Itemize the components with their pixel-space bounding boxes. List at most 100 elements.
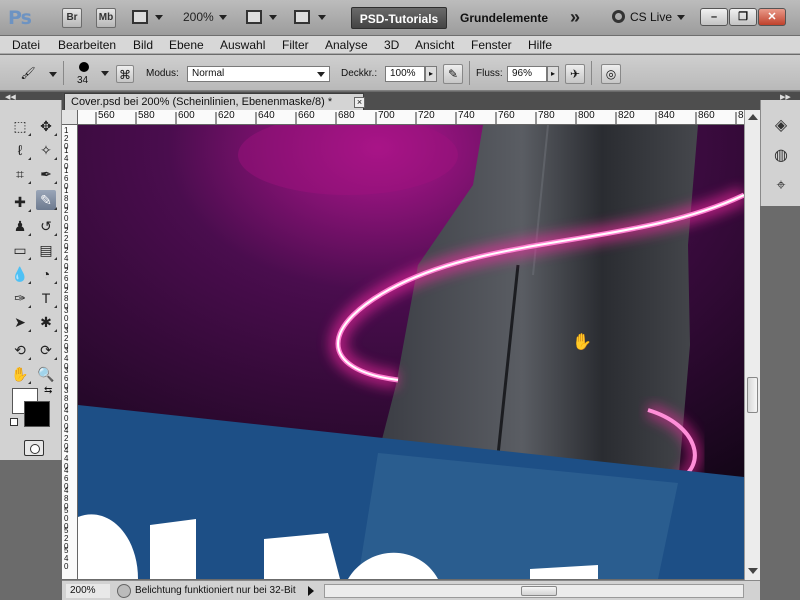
eraser-tool-icon[interactable]: ▭ <box>10 240 31 260</box>
close-document-icon[interactable]: × <box>354 97 365 108</box>
brush-preview-icon[interactable] <box>79 62 89 72</box>
workspace-psd-tutorials[interactable]: PSD-Tutorials <box>351 7 447 29</box>
restore-button[interactable]: ❐ <box>729 8 757 26</box>
status-zoom-field[interactable]: 200% <box>66 584 110 598</box>
layers-panel-icon[interactable]: ◈ <box>771 116 791 136</box>
quick-mask-button[interactable] <box>24 440 44 456</box>
application-bar: Ps Br Mb 200% PSD-Tutorials Grundelement… <box>0 0 800 36</box>
panel-dock-header[interactable]: ▶▶ <box>760 92 800 101</box>
workspace-grundelemente[interactable]: Grundelemente <box>460 11 548 25</box>
ruler-origin[interactable] <box>62 110 78 125</box>
move-tool-icon[interactable]: ✥ <box>36 116 57 136</box>
zoom-level-dropdown[interactable]: 200% <box>183 10 227 24</box>
ruler-label: 580 <box>138 110 155 121</box>
menu-datei[interactable]: Datei <box>12 38 40 52</box>
status-menu-arrow-icon[interactable] <box>308 586 314 596</box>
mode-select[interactable]: Normal <box>187 66 330 82</box>
document-tab-bar: Cover.psd bei 200% (Scheinlinien, Ebenen… <box>62 92 760 110</box>
chevron-down-icon[interactable] <box>49 72 57 77</box>
toolbox-header[interactable]: ◀◀ <box>0 92 62 101</box>
menu-fenster[interactable]: Fenster <box>471 38 512 52</box>
menu-3d[interactable]: 3D <box>384 38 399 52</box>
status-info-icon[interactable] <box>117 584 131 598</box>
opacity-label: Deckkr.: <box>341 68 378 79</box>
crop-tool-icon[interactable]: ⌗ <box>10 164 31 184</box>
pressure-size-icon[interactable]: ◎ <box>601 64 621 84</box>
eyedropper-tool-icon[interactable]: ✒ <box>36 164 57 184</box>
horizontal-scrollbar[interactable] <box>324 584 744 598</box>
blur-tool-icon[interactable]: 💧 <box>10 264 31 284</box>
healing-brush-tool-icon[interactable]: ✚ <box>10 192 31 212</box>
brush-tool-preset-icon[interactable]: 🖌 <box>18 64 38 84</box>
arrange-documents-icon[interactable] <box>246 10 262 24</box>
bridge-button[interactable]: Br <box>62 8 82 28</box>
vertical-scrollbar[interactable] <box>744 110 760 580</box>
magic-wand-tool-icon[interactable]: ✧ <box>36 140 57 160</box>
cs-live-icon <box>612 10 625 23</box>
menu-analyse[interactable]: Analyse <box>325 38 368 52</box>
scroll-up-icon[interactable] <box>748 114 758 120</box>
menu-bearbeiten[interactable]: Bearbeiten <box>58 38 116 52</box>
swap-colors-icon[interactable]: ⇆ <box>44 385 52 396</box>
zoom-level-value: 200% <box>183 10 214 24</box>
ruler-label: 820 <box>618 110 635 121</box>
chevron-down-icon[interactable] <box>101 71 109 76</box>
flow-stepper[interactable]: ▸ <box>547 66 559 82</box>
ruler-label: 5 4 0 <box>64 546 69 571</box>
screen-mode-icon[interactable] <box>294 10 310 24</box>
default-colors-icon[interactable] <box>10 418 18 426</box>
clone-stamp-tool-icon[interactable]: ♟ <box>10 216 31 236</box>
horizontal-ruler[interactable]: 560 580 600 620 640 660 680 700 720 740 … <box>78 110 744 125</box>
menu-filter[interactable]: Filter <box>282 38 309 52</box>
menu-auswahl[interactable]: Auswahl <box>220 38 265 52</box>
3d-orbit-tool-icon[interactable]: ⟳ <box>36 340 57 360</box>
menu-bild[interactable]: Bild <box>133 38 153 52</box>
background-color-swatch[interactable] <box>24 401 50 427</box>
channels-panel-icon[interactable]: ◍ <box>771 146 791 166</box>
menu-hilfe[interactable]: Hilfe <box>528 38 552 52</box>
chevron-down-icon[interactable] <box>318 15 326 20</box>
close-button[interactable]: ✕ <box>758 8 786 26</box>
chevron-down-icon[interactable] <box>155 15 163 20</box>
status-bar: 200% Belichtung funktioniert nur bei 32-… <box>62 580 760 600</box>
history-brush-tool-icon[interactable]: ↺ <box>36 216 57 236</box>
opacity-stepper[interactable]: ▸ <box>425 66 437 82</box>
paths-panel-icon[interactable]: ⌖ <box>771 176 791 196</box>
horizontal-scroll-thumb[interactable] <box>521 586 557 596</box>
photoshop-logo: Ps <box>8 7 32 29</box>
vertical-ruler[interactable]: 1 2 0 1 4 0 1 6 0 1 8 0 2 0 0 2 2 0 2 4 … <box>62 125 78 579</box>
type-tool-icon[interactable]: T <box>36 288 57 308</box>
minimize-button[interactable]: – <box>700 8 728 26</box>
gradient-tool-icon[interactable]: ▤ <box>36 240 57 260</box>
view-extras-icon[interactable] <box>132 10 148 24</box>
options-bar: 🖌 34 ⌘ Modus: Normal Deckkr.: 100% ▸ ✎ F… <box>0 55 800 91</box>
flow-input[interactable]: 96% <box>507 66 547 82</box>
separator <box>469 61 470 85</box>
3d-rotate-tool-icon[interactable]: ⟲ <box>10 340 31 360</box>
menu-ansicht[interactable]: Ansicht <box>415 38 454 52</box>
pressure-opacity-icon[interactable]: ✎ <box>443 64 463 84</box>
airbrush-icon[interactable]: ✈ <box>565 64 585 84</box>
lasso-tool-icon[interactable]: ℓ <box>10 140 31 160</box>
scroll-down-icon[interactable] <box>748 568 758 574</box>
pen-tool-icon[interactable]: ✑ <box>10 288 31 308</box>
document-canvas[interactable]: ✋ <box>78 125 744 579</box>
custom-shape-tool-icon[interactable]: ✱ <box>36 312 57 332</box>
cs-live-button[interactable]: CS Live <box>612 10 686 24</box>
marquee-tool-icon[interactable]: ⬚ <box>10 116 31 136</box>
menu-ebene[interactable]: Ebene <box>169 38 204 52</box>
panel-dock-empty-area <box>760 206 800 600</box>
mini-bridge-button[interactable]: Mb <box>96 8 116 28</box>
brush-panel-icon[interactable]: ⌘ <box>116 65 134 83</box>
vertical-scroll-thumb[interactable] <box>747 377 758 413</box>
brush-tool-icon[interactable]: ✎ <box>36 190 57 210</box>
dodge-tool-icon[interactable]: ◔ <box>36 264 57 284</box>
hand-tool-icon[interactable]: ✋ <box>10 364 31 384</box>
document-tab[interactable]: Cover.psd bei 200% (Scheinlinien, Ebenen… <box>64 93 365 110</box>
opacity-input[interactable]: 100% <box>385 66 425 82</box>
path-selection-tool-icon[interactable]: ➤ <box>10 312 31 332</box>
chevron-down-icon[interactable] <box>269 15 277 20</box>
more-workspaces-icon[interactable]: » <box>570 7 580 28</box>
chevron-down-icon <box>218 15 227 21</box>
zoom-tool-icon[interactable]: 🔍 <box>36 364 56 384</box>
